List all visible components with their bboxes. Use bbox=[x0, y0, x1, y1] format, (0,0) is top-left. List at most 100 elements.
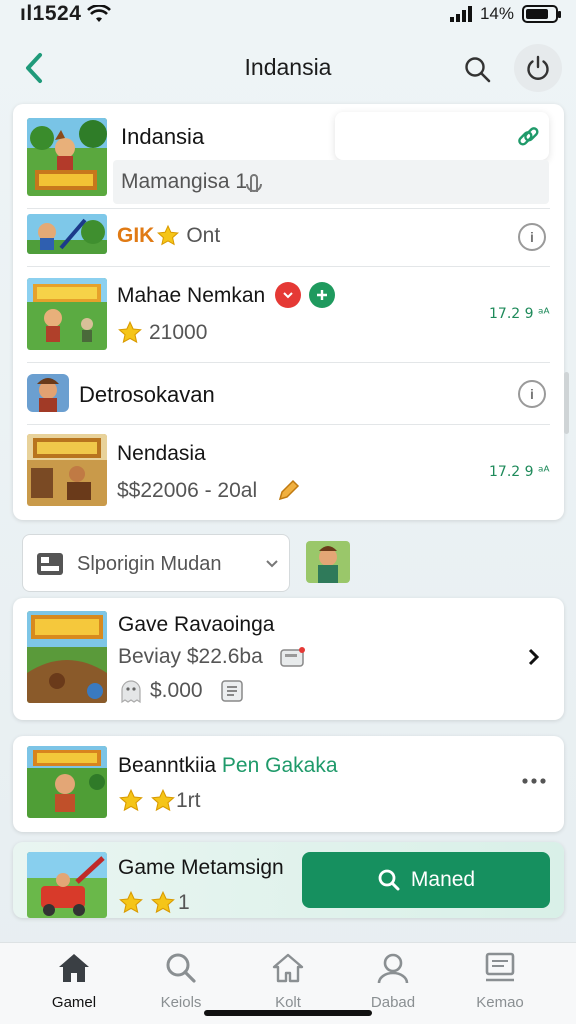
nav-label: Keiols bbox=[160, 994, 202, 1011]
printer-icon bbox=[37, 553, 63, 575]
maned-button-label: Maned bbox=[410, 868, 476, 891]
card-title: Game Metamsign bbox=[118, 856, 284, 879]
game-thumbnail[interactable] bbox=[27, 611, 107, 703]
game-list-card: Indansia Mamangisa 1 GIK Ont i Mahae Nem… bbox=[13, 104, 564, 520]
list-item-title: Nendasia bbox=[117, 442, 206, 465]
red-badge[interactable] bbox=[275, 282, 301, 308]
user-icon bbox=[377, 953, 409, 984]
card-subtitle: 1 bbox=[118, 890, 190, 916]
game-thumbnail[interactable] bbox=[27, 214, 107, 254]
game-thumbnail[interactable] bbox=[27, 852, 107, 918]
more-button[interactable] bbox=[517, 768, 551, 794]
star-icon bbox=[157, 224, 180, 246]
info-icon: i bbox=[530, 386, 534, 402]
scrollbar[interactable] bbox=[564, 372, 569, 434]
header: Indansia bbox=[0, 40, 576, 96]
maned-button[interactable]: Maned bbox=[302, 852, 550, 908]
nav-label: Gamel bbox=[51, 994, 97, 1011]
signal-icon bbox=[449, 6, 472, 22]
wifi-icon bbox=[87, 5, 112, 22]
game-thumbnail[interactable] bbox=[27, 374, 69, 412]
nav-label: Kemao bbox=[476, 994, 524, 1011]
power-button[interactable] bbox=[514, 44, 562, 92]
home-indicator[interactable] bbox=[204, 1010, 372, 1016]
status-right: 14% bbox=[449, 4, 561, 24]
card-subtitle: $.000 bbox=[118, 678, 245, 704]
card-amount: $.000 bbox=[150, 679, 203, 702]
avatar[interactable] bbox=[306, 541, 350, 583]
info-button[interactable]: i bbox=[518, 223, 546, 251]
status-time: ıl1524 bbox=[20, 2, 82, 25]
battery-percent: 14% bbox=[479, 4, 514, 23]
plus-icon bbox=[317, 290, 327, 300]
battery-icon bbox=[522, 5, 561, 23]
list-item-subtitle: $$22006 - 20al bbox=[117, 478, 301, 504]
house-outline-icon bbox=[272, 953, 304, 983]
card-subtitle: Beviay $22.6ba bbox=[118, 645, 307, 669]
filter-dropdown[interactable]: Slporigin Mudan bbox=[22, 534, 290, 592]
list-item-subtitle: 21000 bbox=[117, 320, 207, 346]
rating-text: 1 bbox=[178, 891, 190, 914]
popup-input-text: Mamangisa 1 bbox=[121, 170, 248, 193]
popup-title: Indansia bbox=[121, 124, 205, 149]
nav-item-dabad[interactable]: Dabad bbox=[348, 951, 438, 1011]
chevron-right-icon bbox=[528, 648, 540, 666]
info-button[interactable]: i bbox=[518, 380, 546, 408]
touch-icon bbox=[246, 174, 262, 192]
search-button[interactable] bbox=[456, 48, 500, 92]
more-icon bbox=[522, 778, 546, 784]
wallet-icon bbox=[280, 647, 305, 667]
game-thumbnail[interactable] bbox=[27, 118, 107, 196]
link-icon bbox=[518, 127, 539, 146]
value-label: 17.2 9 ᵃᴬ bbox=[489, 464, 550, 480]
popup-input[interactable]: Mamangisa 1 bbox=[113, 160, 549, 204]
game-card[interactable]: Game Metamsign 1 Maned bbox=[13, 842, 564, 918]
add-button[interactable] bbox=[309, 282, 335, 308]
game-thumbnail[interactable] bbox=[27, 434, 107, 506]
info-icon: i bbox=[530, 229, 534, 245]
pencil-icon bbox=[279, 479, 300, 501]
chevron-right-button[interactable] bbox=[519, 642, 549, 672]
search-icon bbox=[465, 57, 491, 83]
search-icon bbox=[166, 953, 196, 983]
star-icon bbox=[151, 890, 175, 914]
card-price: Beviay $22.6ba bbox=[118, 645, 263, 668]
popup-panel bbox=[335, 112, 549, 160]
status-time-group: ıl1524 bbox=[20, 2, 112, 26]
card-title: Gave Ravaoinga bbox=[118, 613, 275, 636]
game-card[interactable]: Gave Ravaoinga Beviay $22.6ba $.000 bbox=[13, 598, 564, 720]
divider bbox=[27, 208, 550, 209]
power-icon bbox=[527, 55, 549, 80]
divider bbox=[27, 362, 550, 363]
star-icon bbox=[119, 890, 143, 914]
score-text: 21000 bbox=[149, 321, 208, 344]
nav-item-kolt[interactable]: Kolt bbox=[243, 951, 333, 1011]
nav-label: Dabad bbox=[370, 994, 416, 1011]
chevron-down-icon bbox=[266, 560, 278, 568]
card-title-group: Beanntkiia Pen Gakaka bbox=[118, 754, 338, 778]
rating-text: 1rt bbox=[176, 789, 201, 812]
value-label: 17.2 9 ᵃᴬ bbox=[489, 306, 550, 322]
star-icon bbox=[118, 320, 142, 344]
screen-icon bbox=[485, 952, 515, 982]
list-item-text: Ont bbox=[186, 224, 221, 247]
link-button[interactable] bbox=[513, 122, 543, 152]
game-thumbnail[interactable] bbox=[27, 278, 107, 350]
nav-item-kemao[interactable]: Kemao bbox=[455, 951, 545, 1011]
card-subtitle: 1rt bbox=[118, 788, 201, 814]
filter-label: Slporigin Mudan bbox=[77, 553, 222, 575]
star-icon bbox=[151, 788, 175, 812]
divider bbox=[27, 266, 550, 267]
chevron-down-icon bbox=[283, 292, 293, 299]
star-icon bbox=[119, 788, 143, 812]
game-card[interactable]: Beanntkiia Pen Gakaka 1rt bbox=[13, 736, 564, 832]
nav-item-keiols[interactable]: Keiols bbox=[136, 951, 226, 1011]
nav-label: Kolt bbox=[275, 994, 301, 1011]
divider bbox=[27, 424, 550, 425]
ghost-icon bbox=[121, 680, 141, 704]
game-thumbnail[interactable] bbox=[27, 746, 107, 818]
nav-item-gamel[interactable]: Gamel bbox=[29, 951, 119, 1011]
document-icon bbox=[220, 680, 243, 702]
list-item-subtitle: GIK Ont bbox=[117, 224, 220, 248]
price-range: $$22006 - 20al bbox=[117, 479, 258, 502]
